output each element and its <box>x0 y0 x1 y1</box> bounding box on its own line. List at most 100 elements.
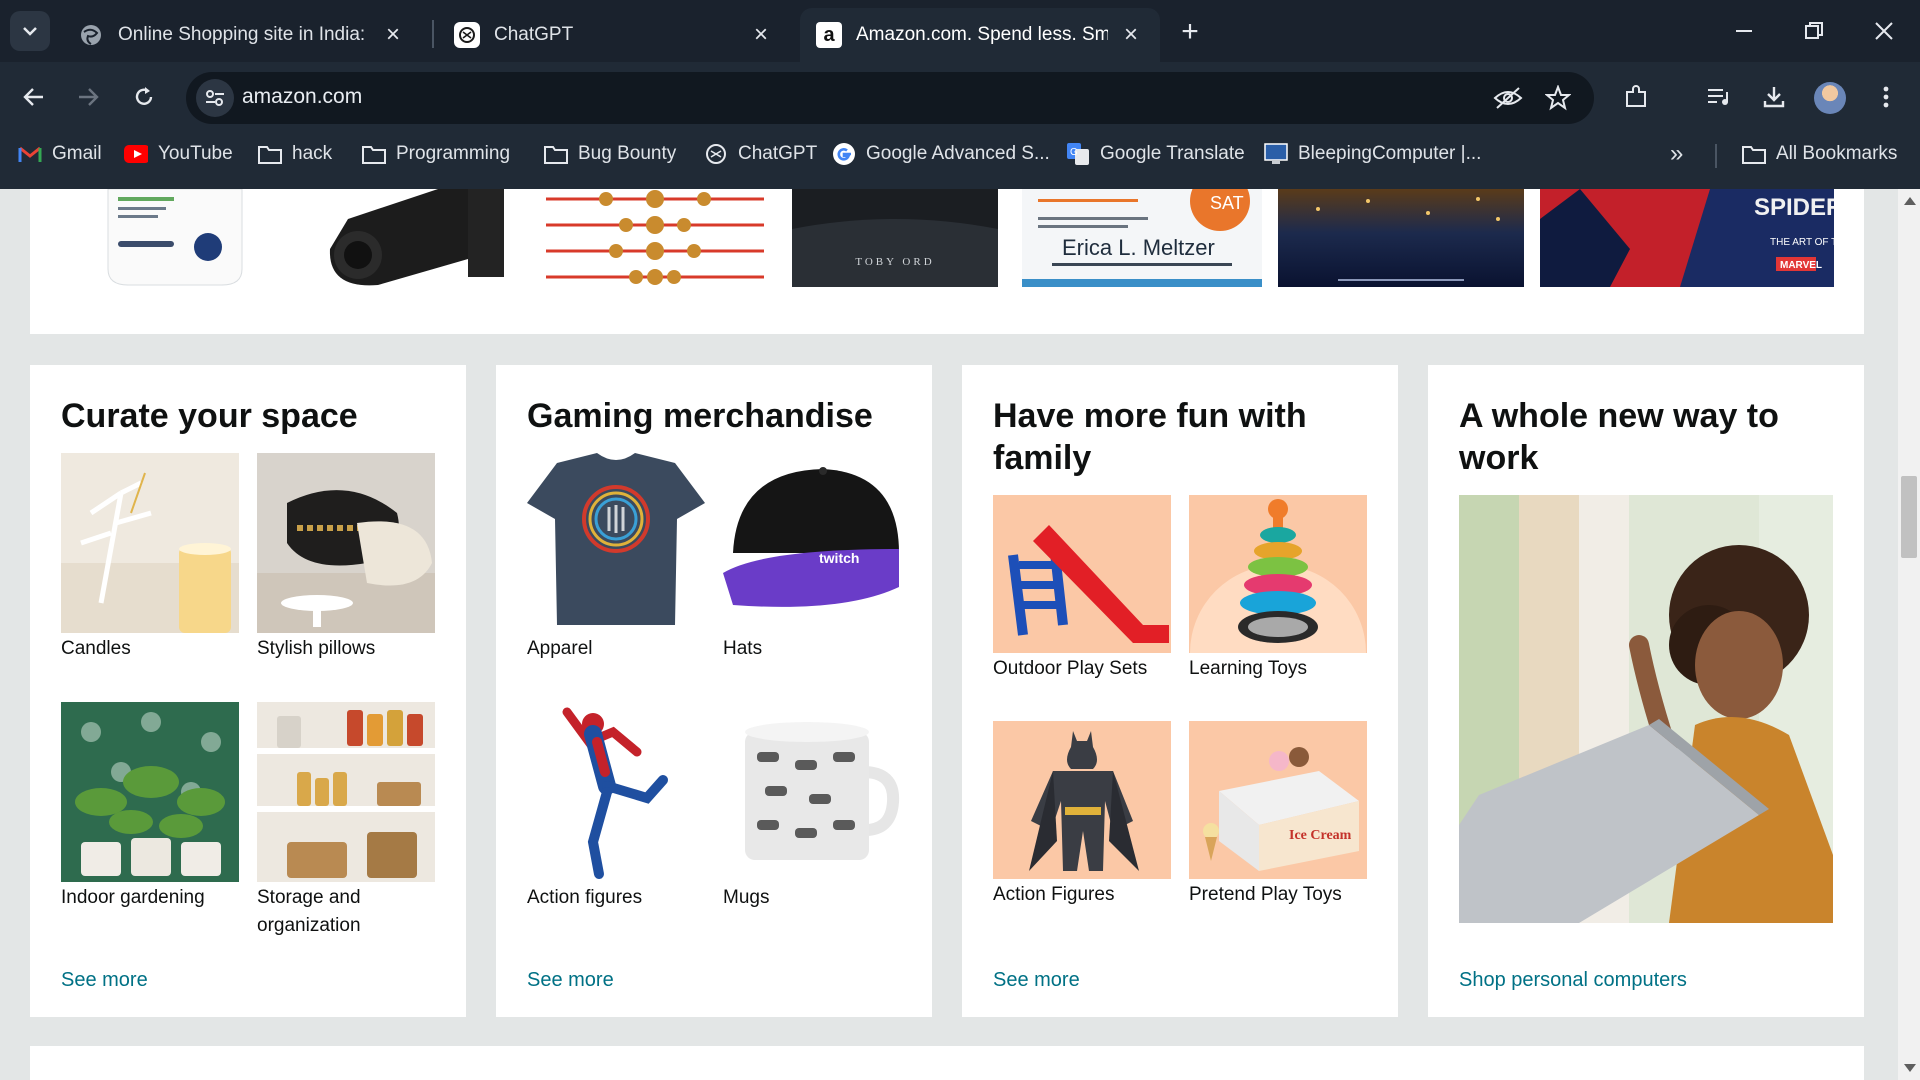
extensions-icon[interactable] <box>1616 77 1656 117</box>
indoor-gardening-image <box>61 702 239 882</box>
tab-search-button[interactable] <box>10 11 50 51</box>
chatgpt-icon <box>704 142 728 166</box>
card-gaming-merchandise: Gaming merchandise Apparel twitch Hats A… <box>496 365 932 1017</box>
amazon-icon: a <box>816 22 842 48</box>
storage-organization-image <box>257 702 435 882</box>
double-chevron-right-icon: » <box>1670 140 1684 167</box>
ultimate-collectors-edition-cover[interactable] <box>1278 189 1524 287</box>
atari-tshirt-image <box>527 453 705 633</box>
url-text[interactable]: amazon.com <box>242 85 362 109</box>
bookmark-programming[interactable]: Programming <box>362 138 510 170</box>
scrollbar-thumb[interactable] <box>1901 476 1917 558</box>
tab-title: Online Shopping site in India: Shop Onli… <box>118 24 370 45</box>
reload-icon <box>135 87 153 105</box>
tune-icon <box>206 90 224 106</box>
page-scrollbar[interactable] <box>1898 189 1920 1080</box>
tile-label: Hats <box>723 638 763 659</box>
spider-verse-art-book[interactable]: SPIDER THE ART OF T MARVEL <box>1540 189 1843 287</box>
tile-action-figures-family[interactable]: Action Figures <box>993 721 1171 909</box>
tile-mugs[interactable]: Mugs <box>723 702 901 912</box>
bookmarks-overflow-button[interactable]: » <box>1670 138 1683 170</box>
eye-off-icon[interactable] <box>1492 82 1524 114</box>
scroll-down-arrow-icon[interactable] <box>1904 1064 1916 1072</box>
close-window-button[interactable] <box>1854 12 1914 50</box>
svg-text:MARVEL: MARVEL <box>1780 260 1822 271</box>
star-icon[interactable] <box>1542 82 1574 114</box>
svg-text:THE ART OF T: THE ART OF T <box>1770 237 1834 248</box>
tile-outdoor-play-sets[interactable]: Outdoor Play Sets <box>993 495 1171 683</box>
tile-stylish-pillows[interactable]: Stylish pillows <box>257 453 435 663</box>
bookmark-gmail[interactable]: Gmail <box>18 138 102 170</box>
forward-button[interactable] <box>68 77 108 117</box>
tile-learning-toys[interactable]: Learning Toys <box>1189 495 1367 683</box>
media-controls-icon[interactable] <box>1698 77 1738 117</box>
outdoor-slide-image <box>993 495 1171 653</box>
tile-candles[interactable]: Candles <box>61 453 239 663</box>
tile-personal-computers[interactable] <box>1459 495 1833 923</box>
bookmark-bleepingcomputer[interactable]: BleepingComputer |... <box>1264 138 1481 170</box>
card-title: Have more fun with family <box>993 397 1307 477</box>
bookmark-google-translate[interactable]: G Google Translate <box>1066 138 1245 170</box>
sat-book-cover[interactable]: SAT Erica L. Meltzer <box>1022 189 1262 287</box>
twitch-hat-image: twitch <box>723 453 901 633</box>
bookmark-google-advanced[interactable]: Google Advanced S... <box>832 138 1050 170</box>
batman-figure-image <box>993 721 1171 879</box>
controller-mug-image <box>723 702 901 882</box>
tile-action-figures[interactable]: Action figures <box>527 702 705 912</box>
download-icon[interactable] <box>1754 77 1794 117</box>
see-more-link[interactable]: See more <box>993 969 1080 992</box>
close-icon[interactable]: × <box>1118 21 1144 48</box>
card-title: A whole new way to work <box>1459 397 1779 477</box>
see-more-link[interactable]: See more <box>61 969 148 992</box>
gmail-icon <box>18 142 42 166</box>
bookmark-bug-bounty[interactable]: Bug Bounty <box>544 138 676 170</box>
chatgpt-icon <box>454 22 480 48</box>
see-more-link[interactable]: See more <box>527 969 614 992</box>
bookmark-chatgpt[interactable]: ChatGPT <box>704 138 817 170</box>
rakhi-bracelets-image[interactable] <box>546 189 764 287</box>
card-title: Curate your space <box>61 397 358 435</box>
shop-personal-computers-link[interactable]: Shop personal computers <box>1459 969 1687 992</box>
bookmark-all-bookmarks[interactable]: All Bookmarks <box>1742 138 1897 170</box>
candles-image <box>61 453 239 633</box>
scroll-up-arrow-icon[interactable] <box>1904 197 1916 205</box>
close-icon <box>1875 22 1893 40</box>
monitor-icon <box>1264 142 1288 166</box>
tile-label: Storage and organization <box>257 887 361 936</box>
folder-icon <box>362 142 386 166</box>
browser-chrome: Online Shopping site in India: Shop Onli… <box>0 0 1920 189</box>
tile-hats[interactable]: twitch Hats <box>723 453 901 663</box>
site-info-button[interactable] <box>196 79 234 117</box>
tile-storage-organization[interactable]: Storage and organization <box>257 702 435 940</box>
black-device-image[interactable] <box>318 189 528 287</box>
bookmark-youtube[interactable]: YouTube <box>124 138 233 170</box>
minimize-button[interactable] <box>1714 12 1774 50</box>
restore-button[interactable] <box>1784 12 1844 50</box>
ice-cream-counter-image: Ice Cream <box>1189 721 1367 879</box>
tile-pretend-play-toys[interactable]: Ice Cream Pretend Play Toys <box>1189 721 1367 909</box>
close-icon[interactable]: × <box>748 21 774 48</box>
stacking-rings-image <box>1189 495 1367 653</box>
google-icon <box>832 142 856 166</box>
tab-chatgpt[interactable]: ChatGPT × <box>438 8 790 62</box>
pillows-image <box>257 453 435 633</box>
tab-flipkart[interactable]: Online Shopping site in India: Shop Onli… <box>62 8 422 62</box>
close-icon[interactable]: × <box>380 21 406 48</box>
lotion-bottle-image[interactable] <box>104 189 248 287</box>
book-cover-toby-ord[interactable]: TOBY ORD <box>792 189 998 287</box>
more-menu-icon[interactable] <box>1866 77 1906 117</box>
bookmark-hack[interactable]: hack <box>258 138 332 170</box>
tab-title: Amazon.com. Spend less. Smile more. <box>856 24 1108 45</box>
tile-label: Outdoor Play Sets <box>993 658 1148 679</box>
tab-amazon[interactable]: a Amazon.com. Spend less. Smile more. × <box>800 8 1160 62</box>
new-tab-button[interactable]: + <box>1170 14 1210 50</box>
profile-avatar[interactable] <box>1814 82 1846 114</box>
tile-apparel[interactable]: Apparel <box>527 453 705 663</box>
tile-label: Candles <box>61 638 131 659</box>
reload-button[interactable] <box>124 77 164 117</box>
tile-indoor-gardening[interactable]: Indoor gardening <box>61 702 239 912</box>
back-button[interactable] <box>14 77 54 117</box>
globe-icon <box>78 22 104 48</box>
address-bar[interactable]: amazon.com <box>186 72 1594 124</box>
tab-separator <box>432 20 434 48</box>
